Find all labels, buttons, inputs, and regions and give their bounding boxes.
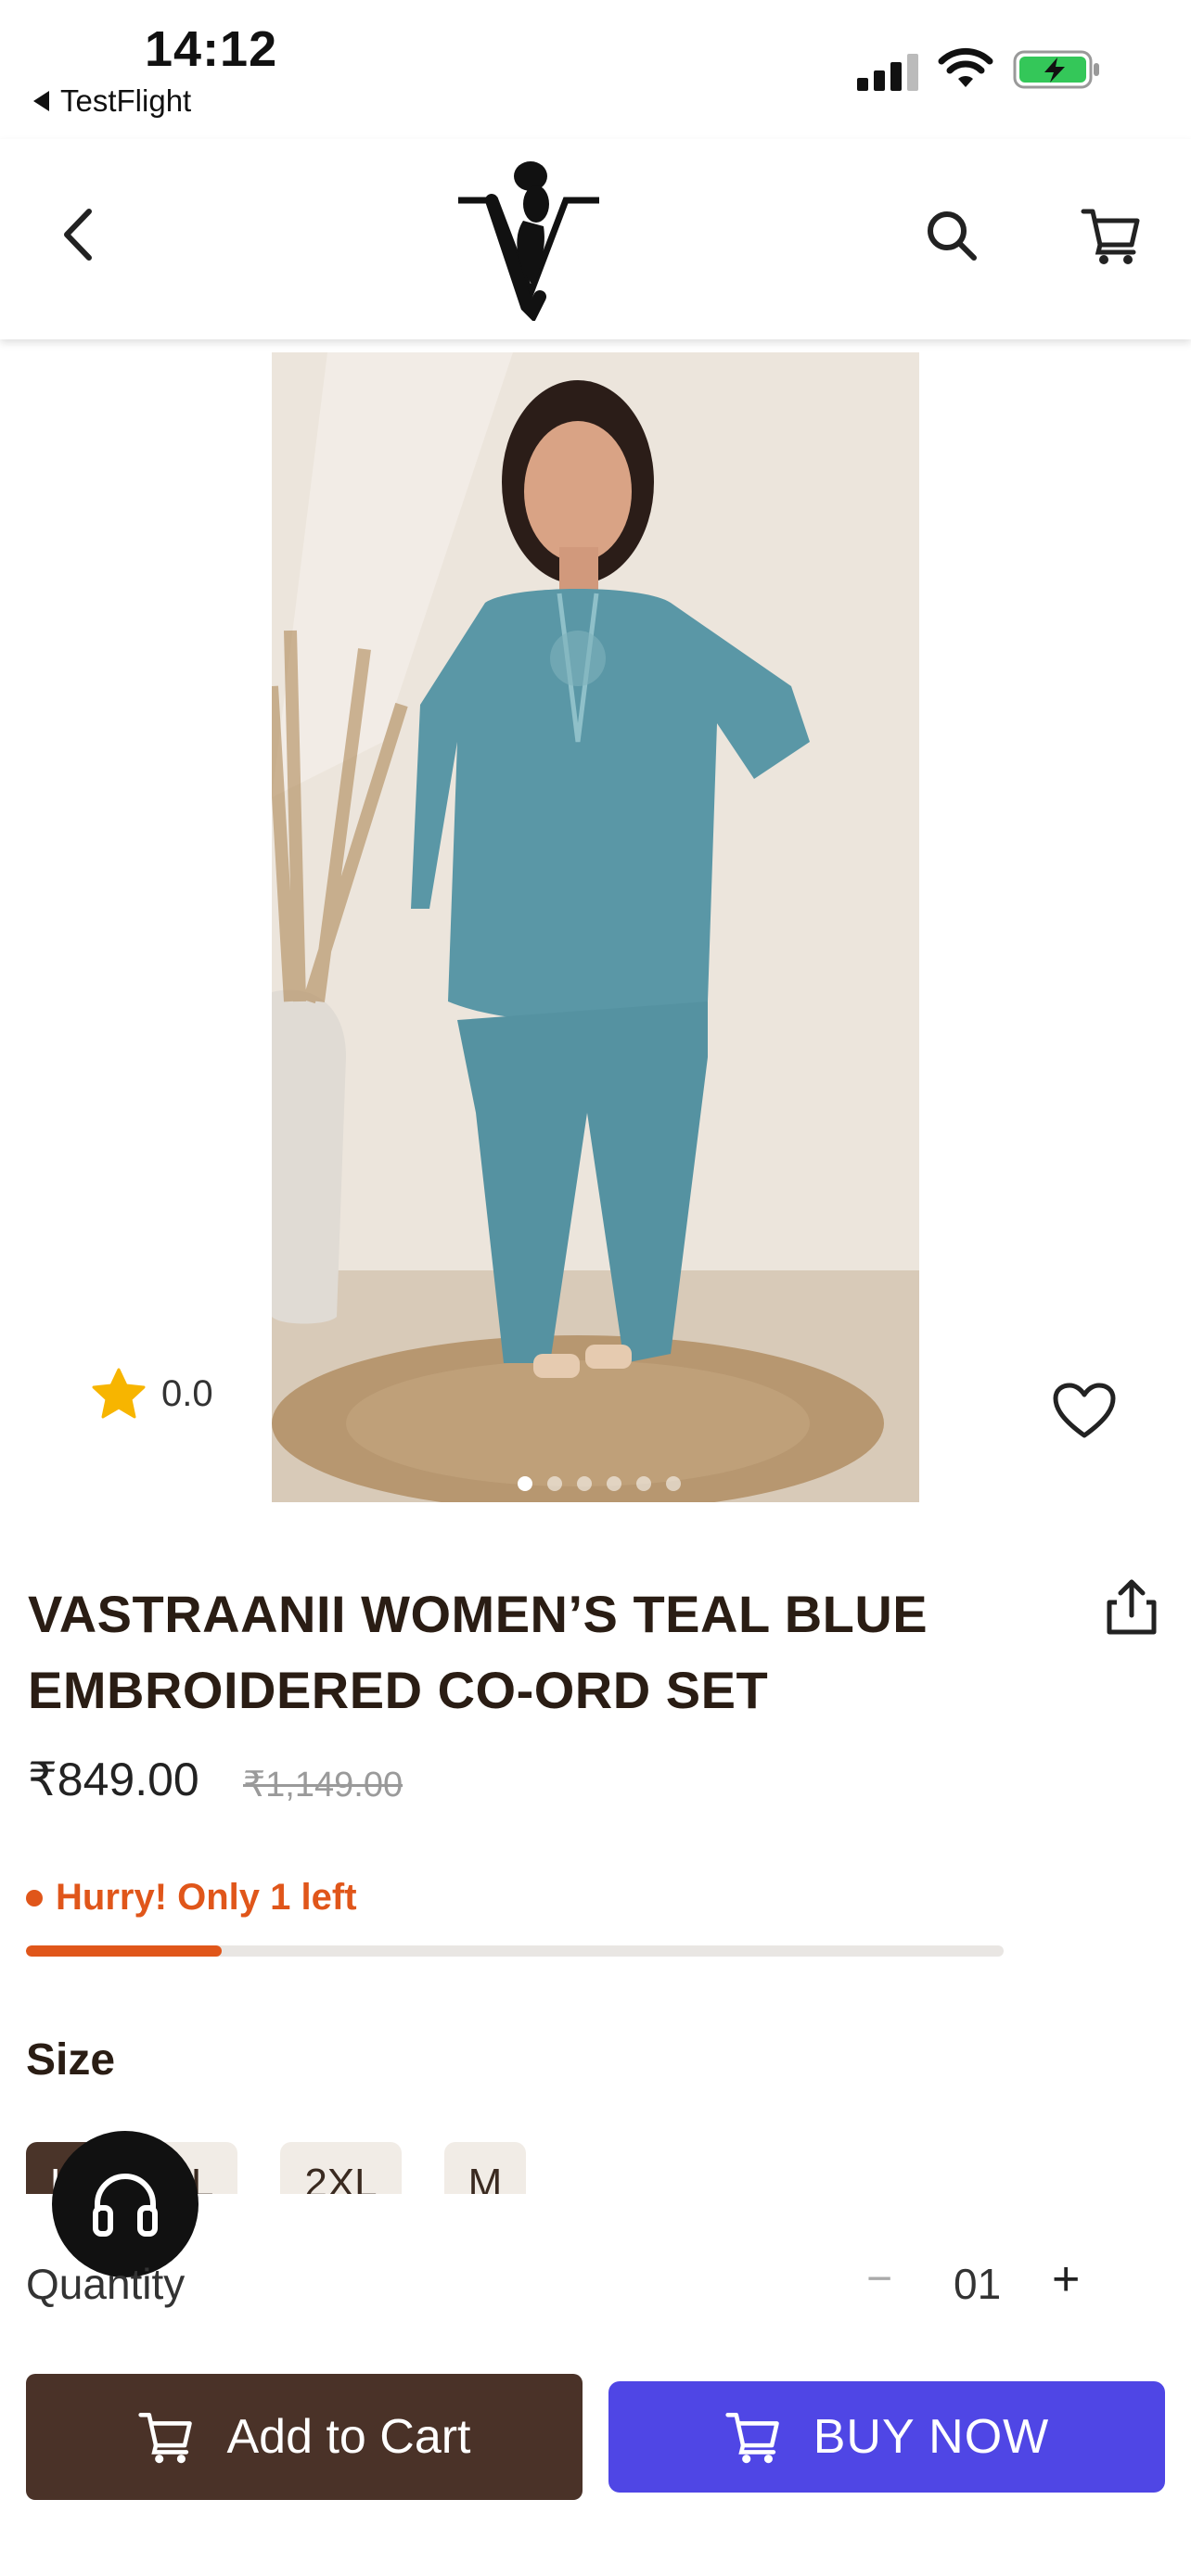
cellular-signal-icon <box>857 48 918 91</box>
sale-price: ₹849.00 <box>28 1753 199 1805</box>
back-app-label: TestFlight <box>60 83 192 118</box>
quantity-increase-button[interactable]: + <box>1052 2251 1080 2307</box>
carousel-dot[interactable] <box>547 1476 562 1491</box>
product-title: VASTRAANII WOMEN’S TEAL BLUE EMBROIDERED… <box>28 1585 928 1719</box>
original-price: ₹1,149.00 <box>243 1766 403 1804</box>
back-triangle-icon <box>33 91 49 111</box>
carousel-dot[interactable] <box>636 1476 651 1491</box>
cart-icon <box>725 2413 779 2464</box>
quantity-decrease-button[interactable]: − <box>866 2253 892 2304</box>
carousel-dot[interactable] <box>607 1476 621 1491</box>
add-to-cart-label: Add to Cart <box>226 2410 471 2464</box>
buy-now-button[interactable]: BUY NOW <box>608 2381 1165 2493</box>
back-chevron-icon[interactable] <box>54 204 102 265</box>
carousel-dot[interactable] <box>518 1476 532 1491</box>
stock-alert: Hurry! Only 1 left <box>26 1877 357 1919</box>
stock-dot-icon <box>26 1889 43 1906</box>
image-carousel-dots[interactable] <box>518 1476 681 1491</box>
cart-icon[interactable] <box>1080 204 1143 267</box>
back-to-app-link[interactable]: TestFlight <box>33 83 191 119</box>
size-label: Size <box>26 2035 116 2085</box>
cart-icon <box>138 2413 193 2464</box>
product-rating: 0.0 <box>91 1367 213 1421</box>
rating-value: 0.0 <box>161 1372 213 1414</box>
product-photo-illustration <box>272 352 919 1502</box>
status-time: 14:12 <box>145 21 278 77</box>
share-icon[interactable] <box>1102 1576 1161 1638</box>
add-to-cart-button[interactable]: Add to Cart <box>26 2374 583 2500</box>
quantity-value: 01 <box>954 2260 1002 2308</box>
headphones-icon <box>93 2174 158 2237</box>
star-icon <box>92 1368 146 1419</box>
quantity-label: Quantity <box>26 2260 186 2308</box>
brand-logo <box>458 161 599 321</box>
search-icon[interactable] <box>922 206 981 265</box>
carousel-dot[interactable] <box>666 1476 681 1491</box>
stock-message: Hurry! Only 1 left <box>56 1877 357 1918</box>
stock-progress-bar <box>26 1945 1004 1957</box>
carousel-dot[interactable] <box>577 1476 592 1491</box>
battery-charging-icon <box>1013 50 1099 89</box>
stock-progress-fill <box>26 1945 222 1957</box>
support-button[interactable] <box>52 2131 198 2277</box>
product-image[interactable] <box>272 352 919 1502</box>
buy-now-label: BUY NOW <box>813 2410 1050 2464</box>
heart-icon[interactable] <box>1052 1382 1117 1441</box>
wifi-icon <box>938 47 993 87</box>
size-option[interactable]: 2XL <box>280 2142 402 2194</box>
size-option[interactable]: M <box>443 2142 527 2194</box>
